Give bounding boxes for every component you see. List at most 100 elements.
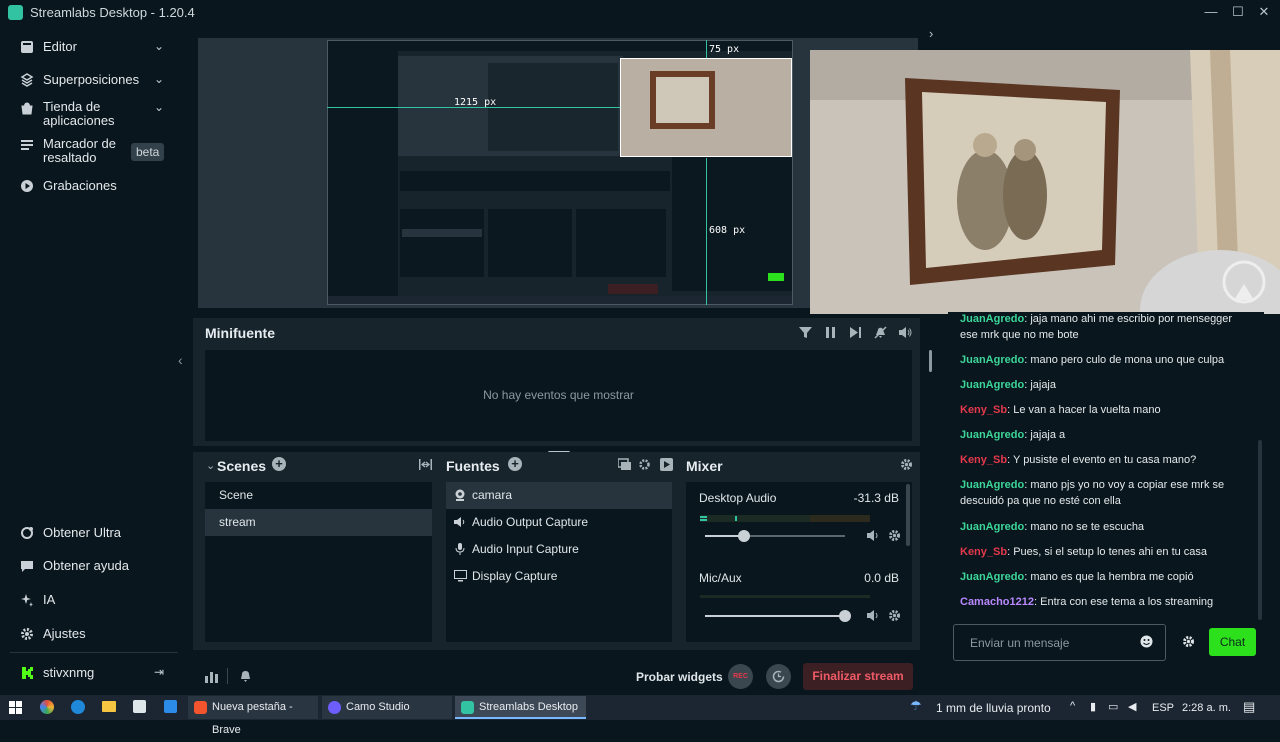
scrollbar[interactable] bbox=[929, 350, 932, 372]
gear-icon[interactable] bbox=[888, 609, 901, 622]
performance-stats-icon[interactable] bbox=[205, 670, 218, 683]
language-indicator[interactable]: ESP bbox=[1152, 702, 1174, 714]
chat-username[interactable]: JuanAgredo bbox=[960, 313, 1024, 325]
taskbar-app-camo[interactable]: Camo Studio bbox=[322, 696, 452, 719]
user-account[interactable]: stivxnmg ⇥ bbox=[20, 665, 170, 680]
scenes-title: Scenes bbox=[217, 458, 267, 474]
sidebar-item-ultra[interactable]: Obtener Ultra bbox=[20, 525, 170, 540]
maximize-icon[interactable]: ☐ bbox=[1230, 4, 1246, 20]
skip-icon[interactable] bbox=[849, 326, 862, 339]
pause-icon[interactable] bbox=[824, 326, 837, 339]
windows-start-icon[interactable] bbox=[9, 701, 22, 714]
sidebar-item-settings[interactable]: Ajustes bbox=[20, 626, 170, 641]
source-item-selected[interactable]: camara bbox=[446, 482, 672, 509]
chat-scrollbar[interactable] bbox=[1258, 440, 1262, 620]
volume-icon[interactable] bbox=[867, 529, 880, 542]
close-icon[interactable]: ✕ bbox=[1256, 4, 1272, 20]
send-chat-button[interactable]: Chat bbox=[1209, 628, 1256, 656]
record-button[interactable]: REC bbox=[728, 664, 753, 689]
sidebar-item-overlays[interactable]: Superposiciones ⌄ bbox=[20, 72, 170, 87]
weather-rain-icon[interactable]: ☂ bbox=[910, 698, 922, 714]
chat-username[interactable]: Keny_Sb bbox=[960, 404, 1007, 416]
chrome-icon[interactable] bbox=[40, 700, 54, 714]
store-icon[interactable] bbox=[133, 700, 146, 713]
taskbar-app-streamlabs[interactable]: Streamlabs Desktop bbox=[455, 696, 586, 719]
gear-icon[interactable] bbox=[888, 529, 901, 542]
notifications-bell-icon[interactable] bbox=[239, 669, 252, 682]
taskbar-app-brave[interactable]: Nueva pestaña - Brave bbox=[188, 696, 318, 736]
filter-icon[interactable] bbox=[799, 326, 812, 339]
file-explorer-icon[interactable] bbox=[102, 701, 116, 712]
ultra-icon bbox=[21, 527, 33, 539]
sidebar-item-recordings[interactable]: Grabaciones bbox=[20, 178, 170, 193]
scene-transitions-icon[interactable] bbox=[419, 458, 432, 471]
chat-username[interactable]: Keny_Sb bbox=[960, 454, 1007, 466]
chat-username[interactable]: Keny_Sb bbox=[960, 546, 1007, 558]
notifications-icon[interactable]: ▤ bbox=[1243, 699, 1255, 715]
chat-message-input[interactable]: Enviar un mensaje bbox=[953, 624, 1166, 661]
end-stream-button[interactable]: Finalizar stream bbox=[803, 663, 913, 690]
expand-chat-icon[interactable]: › bbox=[929, 26, 933, 41]
measure-bottom: 608 px bbox=[709, 225, 746, 236]
source-item[interactable]: Display Capture bbox=[446, 563, 672, 590]
streamlabs-logo-icon bbox=[8, 5, 23, 20]
chevron-down-icon: ⌄ bbox=[153, 100, 164, 114]
source-filters-icon[interactable] bbox=[660, 458, 673, 471]
chat-username[interactable]: JuanAgredo bbox=[960, 354, 1024, 366]
volume-icon[interactable] bbox=[867, 609, 880, 622]
taskbar-app-label: Streamlabs Desktop bbox=[479, 701, 579, 713]
chat-message: Keny_Sb: Pues, si el setup lo tenes ahi … bbox=[960, 546, 1208, 558]
chat-message: JuanAgredo: mano pero culo de mona uno q… bbox=[960, 354, 1225, 366]
mixer-settings-icon[interactable] bbox=[900, 458, 913, 471]
chat-username[interactable]: JuanAgredo bbox=[960, 429, 1024, 441]
scrollbar[interactable] bbox=[906, 484, 910, 546]
volume-slider[interactable] bbox=[705, 530, 845, 542]
chat-username[interactable]: JuanAgredo bbox=[960, 479, 1024, 491]
chat-username[interactable]: JuanAgredo bbox=[960, 521, 1024, 533]
mute-alerts-icon[interactable] bbox=[874, 326, 887, 339]
source-item[interactable]: Audio Input Capture bbox=[446, 536, 672, 563]
weather-text[interactable]: 1 mm de lluvia pronto bbox=[936, 701, 1051, 715]
sidebar-item-app-store[interactable]: Tienda de aplicaciones ⌄ bbox=[20, 100, 170, 128]
chat-username[interactable]: JuanAgredo bbox=[960, 379, 1024, 391]
chevron-down-icon[interactable]: ⌄ bbox=[206, 459, 215, 472]
selection-box[interactable] bbox=[620, 58, 792, 157]
sources-title: Fuentes bbox=[446, 458, 500, 474]
chevron-up-icon[interactable]: ^ bbox=[1070, 700, 1075, 712]
sidebar-item-editor[interactable]: Editor ⌄ bbox=[20, 39, 170, 54]
volume-icon[interactable] bbox=[899, 326, 912, 339]
sidebar-item-label: Ajustes bbox=[43, 626, 86, 641]
chat-username[interactable]: Camacho1212 bbox=[960, 596, 1034, 608]
scene-item-selected[interactable]: stream bbox=[205, 509, 432, 536]
camo-icon bbox=[328, 701, 341, 714]
add-scene-icon[interactable]: + bbox=[272, 457, 286, 471]
network-icon[interactable]: ▭ bbox=[1108, 700, 1118, 713]
add-source-icon[interactable]: + bbox=[508, 457, 522, 471]
emoji-icon[interactable] bbox=[1140, 635, 1153, 648]
microphone-tray-icon[interactable]: ▮ bbox=[1090, 700, 1096, 713]
minimize-icon[interactable]: — bbox=[1203, 4, 1219, 20]
chat-message: JuanAgredo: mano no se te escucha bbox=[960, 521, 1145, 533]
source-settings-icon[interactable] bbox=[638, 458, 651, 471]
volume-slider[interactable] bbox=[705, 610, 851, 622]
chat-text: mano pero culo de mona uno que culpa bbox=[1030, 354, 1225, 366]
chat-username[interactable]: JuanAgredo bbox=[960, 571, 1024, 583]
logout-icon[interactable]: ⇥ bbox=[154, 665, 164, 679]
chat-input-placeholder: Enviar un mensaje bbox=[970, 636, 1070, 650]
test-widgets-button[interactable]: Probar widgets bbox=[636, 670, 723, 684]
sidebar-item-label: Marcador de resaltado bbox=[43, 136, 116, 165]
edge-icon[interactable] bbox=[71, 700, 85, 714]
collapse-sidebar-icon[interactable]: ‹ bbox=[178, 352, 183, 368]
scene-item[interactable]: Scene bbox=[205, 482, 432, 509]
title-bar: Streamlabs Desktop - 1.20.4 — ☐ ✕ bbox=[0, 0, 1280, 25]
add-source-group-icon[interactable] bbox=[618, 458, 631, 471]
chat-settings-icon[interactable] bbox=[1182, 635, 1195, 648]
replay-buffer-button[interactable] bbox=[766, 664, 791, 689]
mixer-channel-name: Desktop Audio bbox=[699, 491, 777, 505]
volume-tray-icon[interactable]: ◀ bbox=[1128, 700, 1136, 713]
clock[interactable]: 2:28 a. m. bbox=[1182, 702, 1231, 714]
mail-icon[interactable] bbox=[164, 700, 177, 713]
sidebar-item-help[interactable]: Obtener ayuda bbox=[20, 558, 170, 573]
sidebar-item-ai[interactable]: IA bbox=[20, 592, 170, 607]
source-item[interactable]: Audio Output Capture bbox=[446, 509, 672, 536]
